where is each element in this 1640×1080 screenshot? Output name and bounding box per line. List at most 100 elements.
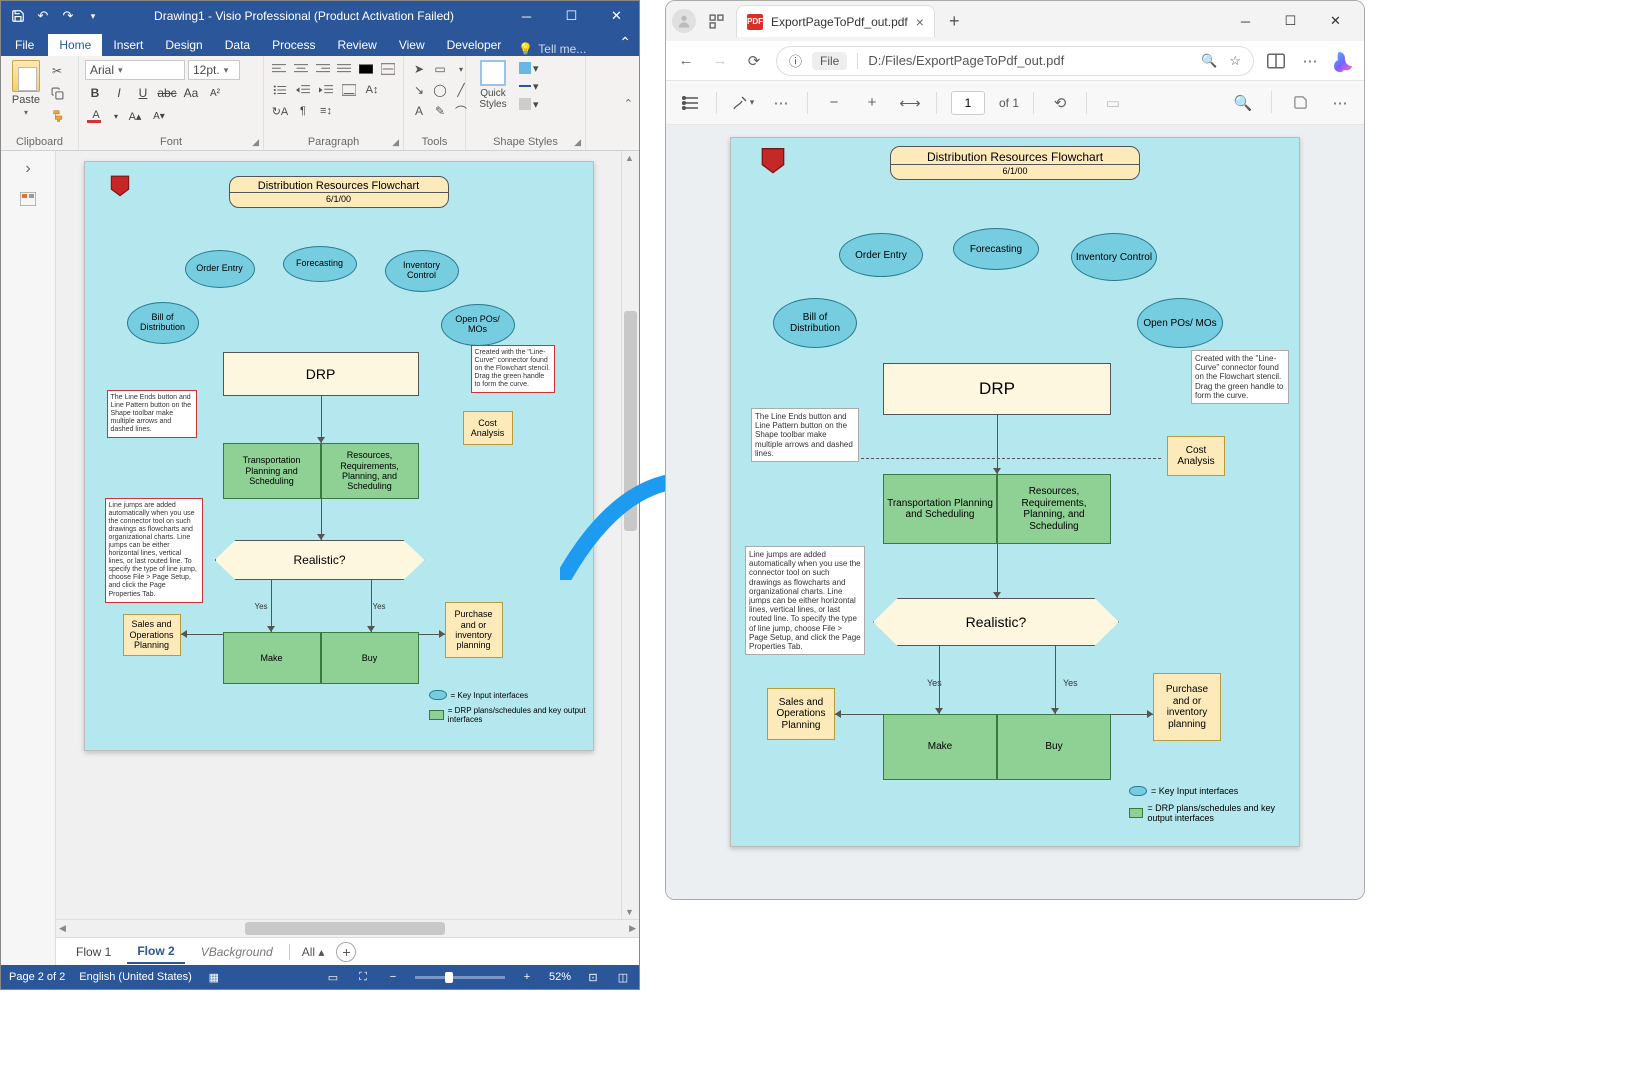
save-icon[interactable] xyxy=(7,5,29,27)
font-dialog-icon[interactable]: ◢ xyxy=(252,137,259,148)
find-icon[interactable]: 🔍 xyxy=(1231,91,1255,115)
align-justify-button[interactable] xyxy=(335,60,354,78)
align-center-button[interactable] xyxy=(292,60,311,78)
connector-tool-icon[interactable]: ↘ xyxy=(410,81,428,99)
site-info-icon[interactable]: ⓘ xyxy=(789,51,802,70)
cut-icon[interactable]: ✂ xyxy=(48,62,66,80)
tab-file[interactable]: File xyxy=(1,34,48,56)
undo-icon[interactable]: ↶ xyxy=(32,5,54,27)
fill-button[interactable]: ▾ xyxy=(519,60,549,76)
stencil-icon[interactable] xyxy=(17,189,39,209)
zoom-percent[interactable]: 52% xyxy=(549,971,571,983)
tab-data[interactable]: Data xyxy=(214,34,261,56)
line-button[interactable]: ▾ xyxy=(519,78,549,94)
super-sub-button[interactable]: A² xyxy=(205,83,225,103)
edge-minimize-button[interactable]: ─ xyxy=(1223,2,1268,40)
grow-font-button[interactable]: A▴ xyxy=(125,106,145,126)
edge-maximize-button[interactable]: ☐ xyxy=(1268,2,1313,40)
add-page-button[interactable]: + xyxy=(336,942,356,962)
zoom-slider[interactable] xyxy=(415,976,505,979)
split-screen-icon[interactable] xyxy=(1264,49,1288,73)
rect-tool-icon[interactable]: ▭ xyxy=(431,60,449,78)
pages-all-dropdown[interactable]: All ▴ xyxy=(296,945,331,959)
copy-icon[interactable] xyxy=(48,84,66,102)
refresh-icon[interactable]: ⟳ xyxy=(742,49,766,73)
tab-review[interactable]: Review xyxy=(326,34,387,56)
page-tab-vbackground[interactable]: VBackground xyxy=(191,941,283,963)
page-view-icon[interactable]: ▭ xyxy=(1101,91,1125,115)
presentation-mode-icon[interactable]: ▭ xyxy=(325,969,341,985)
align-right-button[interactable] xyxy=(313,60,332,78)
tab-design[interactable]: Design xyxy=(154,34,213,56)
back-icon[interactable]: ← xyxy=(674,49,698,73)
redo-icon[interactable]: ↷ xyxy=(57,5,79,27)
tab-close-icon[interactable]: × xyxy=(916,14,924,30)
maximize-button[interactable]: ☐ xyxy=(549,1,594,31)
address-bar[interactable]: ⓘ File D:/Files/ExportPageToPdf_out.pdf … xyxy=(776,46,1254,76)
ribbon-collapse-icon[interactable]: ⌃ xyxy=(624,97,633,110)
page-indicator[interactable]: Page 2 of 2 xyxy=(9,971,65,983)
para-dialog-icon[interactable]: ◢ xyxy=(392,137,399,148)
favorite-icon[interactable]: ☆ xyxy=(1229,53,1241,69)
fit-page-icon[interactable]: ⛶ xyxy=(355,969,371,985)
effects-button[interactable]: ▾ xyxy=(519,96,549,112)
tell-me-search[interactable]: 💡 Tell me... xyxy=(518,42,586,56)
vertical-scrollbar[interactable]: ▲ ▼ xyxy=(621,151,639,919)
menu-icon[interactable]: ⋯ xyxy=(1298,49,1322,73)
ellipse-tool-icon[interactable]: ◯ xyxy=(431,81,449,99)
tab-insert[interactable]: Insert xyxy=(102,34,154,56)
paste-dropdown-icon[interactable]: ▾ xyxy=(24,108,28,117)
strike-button[interactable]: abc xyxy=(157,83,177,103)
page-tab-flow2[interactable]: Flow 2 xyxy=(127,940,184,964)
horizontal-scrollbar[interactable]: ◀ ▶ xyxy=(56,919,639,937)
valign-bottom-button[interactable] xyxy=(339,81,359,99)
browser-tab[interactable]: PDF ExportPageToPdf_out.pdf × xyxy=(736,5,935,37)
pdf-settings-icon[interactable]: ⋯ xyxy=(1328,91,1352,115)
zoom-out-pdf-icon[interactable]: − xyxy=(822,91,846,115)
macro-record-icon[interactable]: ▦ xyxy=(206,969,222,985)
page-tab-flow1[interactable]: Flow 1 xyxy=(66,941,121,963)
valign-mid-button[interactable] xyxy=(378,60,397,78)
workspaces-icon[interactable] xyxy=(704,9,728,33)
font-color-dropdown-icon[interactable]: ▾ xyxy=(111,106,121,126)
save-pdf-icon[interactable] xyxy=(1288,91,1312,115)
zoom-in-icon[interactable]: + xyxy=(519,969,535,985)
fit-window-icon[interactable]: ⊡ xyxy=(585,969,601,985)
pdf-more-icon[interactable]: ⋯ xyxy=(769,91,793,115)
format-painter-icon[interactable] xyxy=(48,106,66,124)
indent-inc-button[interactable] xyxy=(316,81,336,99)
close-button[interactable]: ✕ xyxy=(594,1,639,31)
underline-button[interactable]: U xyxy=(133,83,153,103)
bold-button[interactable]: B xyxy=(85,83,105,103)
minimize-button[interactable]: ─ xyxy=(504,1,549,31)
qat-dropdown-icon[interactable]: ▾ xyxy=(82,5,104,27)
para-spacing-button[interactable]: ≡↕ xyxy=(316,102,336,120)
text-tool-icon[interactable]: A xyxy=(410,102,428,120)
italic-button[interactable]: I xyxy=(109,83,129,103)
ribbon-collapse-icon[interactable]: ⌃ xyxy=(619,34,631,51)
fit-width-icon[interactable]: ⟷ xyxy=(898,91,922,115)
zoom-addr-icon[interactable]: 🔍 xyxy=(1201,53,1217,69)
tab-view[interactable]: View xyxy=(388,34,436,56)
quick-styles-button[interactable]: Quick Styles xyxy=(472,60,514,110)
zoom-in-pdf-icon[interactable]: + xyxy=(860,91,884,115)
forward-icon[interactable]: → xyxy=(708,49,732,73)
profile-avatar-icon[interactable] xyxy=(672,9,696,33)
rotate-text-button[interactable]: ↻A xyxy=(270,102,290,120)
freeform-tool-icon[interactable]: ✎ xyxy=(431,102,449,120)
page-number-input[interactable] xyxy=(951,91,985,115)
font-name-combo[interactable]: Arial▾ xyxy=(85,60,185,80)
draw-icon[interactable]: ▾ xyxy=(731,91,755,115)
tab-process[interactable]: Process xyxy=(261,34,326,56)
h-scroll-thumb[interactable] xyxy=(245,922,445,935)
align-left-button[interactable] xyxy=(270,60,289,78)
pointer-tool-icon[interactable]: ➤ xyxy=(410,60,428,78)
tab-home[interactable]: Home xyxy=(48,34,102,56)
rotate-icon[interactable]: ⟲ xyxy=(1048,91,1072,115)
font-size-combo[interactable]: 12pt.▾ xyxy=(188,60,240,80)
tab-developer[interactable]: Developer xyxy=(436,34,513,56)
text-direction-button[interactable]: A↕ xyxy=(362,81,382,99)
v-scroll-thumb[interactable] xyxy=(624,311,637,531)
shrink-font-button[interactable]: A▾ xyxy=(149,106,169,126)
zoom-out-icon[interactable]: − xyxy=(385,969,401,985)
